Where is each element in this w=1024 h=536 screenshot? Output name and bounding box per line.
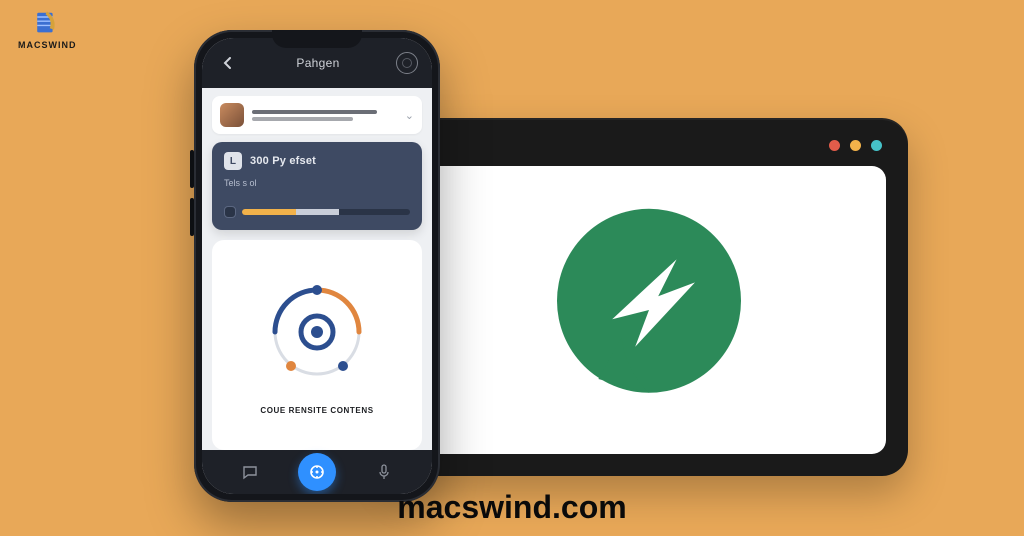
contact-line-2: [252, 117, 353, 121]
tablet-screen: [412, 166, 886, 454]
mic-icon: [377, 464, 391, 480]
progress-track: [242, 209, 410, 215]
caption-text: macswind.com: [0, 489, 1024, 526]
tablet-window-controls: [829, 140, 882, 151]
contact-row[interactable]: ⌄: [212, 96, 422, 134]
progress-bar[interactable]: [224, 206, 410, 218]
nav-primary-button[interactable]: [298, 453, 336, 491]
gauge-card: COUE RENSITE CONTENS: [212, 240, 422, 450]
messaging-app-icon: [534, 195, 764, 425]
brand-label: MACSWIND: [18, 40, 77, 50]
phone-screen: Pahgen ⌄ L 300 Py efset Tels s ol: [202, 38, 432, 494]
avatar: [220, 103, 244, 127]
volume-up-button[interactable]: [190, 150, 194, 188]
phone-body: ⌄ L 300 Py efset Tels s ol: [202, 88, 432, 450]
window-minimize-dot[interactable]: [850, 140, 861, 151]
nav-mic-button[interactable]: [370, 458, 398, 486]
brand-mark-icon: [33, 10, 61, 38]
nav-chat-button[interactable]: [236, 458, 264, 486]
brand-logo: MACSWIND: [18, 10, 77, 50]
progress-buffer: [296, 209, 340, 215]
card-title: 300 Py efset: [250, 155, 316, 167]
window-expand-dot[interactable]: [871, 140, 882, 151]
card-badge: L: [224, 152, 242, 170]
grid-icon: [308, 463, 326, 481]
contact-line-1: [252, 110, 377, 114]
tablet-device: [390, 118, 908, 476]
chevron-left-icon: [223, 57, 233, 69]
card-subtitle: Tels s ol: [224, 178, 410, 188]
phone-bottom-nav: [202, 450, 432, 494]
window-close-dot[interactable]: [829, 140, 840, 151]
progress-filled: [242, 209, 296, 215]
contact-text: [252, 107, 397, 124]
progress-handle-icon[interactable]: [224, 206, 236, 218]
page-title: Pahgen: [296, 56, 339, 70]
gauge-icon: [257, 272, 377, 392]
chevron-down-icon: ⌄: [405, 109, 414, 122]
chat-icon: [242, 464, 258, 480]
phone-notch: [272, 30, 362, 48]
volume-down-button[interactable]: [190, 198, 194, 236]
phone-device: Pahgen ⌄ L 300 Py efset Tels s ol: [194, 30, 440, 502]
gauge-label: COUE RENSITE CONTENS: [260, 406, 373, 415]
progress-card[interactable]: L 300 Py efset Tels s ol: [212, 142, 422, 230]
header-action-button[interactable]: [396, 52, 418, 74]
back-button[interactable]: [216, 51, 240, 75]
